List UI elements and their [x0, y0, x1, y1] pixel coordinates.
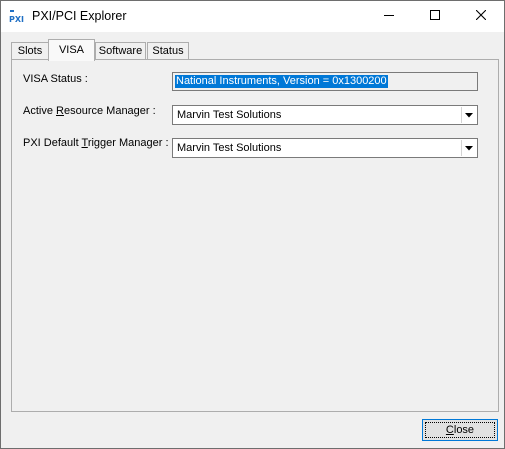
close-button[interactable]: Close [422, 419, 498, 441]
pxi-app-icon: PXI [9, 9, 25, 24]
visa-status-label: VISA Status : [23, 73, 88, 85]
tab-slots[interactable]: Slots [11, 42, 49, 59]
resource-manager-label: Active Resource Manager : [23, 105, 156, 117]
resource-manager-dropdown-button[interactable] [461, 107, 476, 123]
trigger-manager-combobox[interactable]: Marvin Test Solutions [172, 138, 478, 158]
tab-label: Software [98, 45, 143, 57]
minimize-icon [384, 10, 394, 23]
title-bar[interactable]: PXI PXI/PCI Explorer [1, 1, 504, 32]
visa-status-value: National Instruments, Version = 0x130020… [175, 75, 388, 88]
resource-manager-value: Marvin Test Solutions [177, 109, 282, 121]
resource-manager-combobox[interactable]: Marvin Test Solutions [172, 105, 478, 125]
window-title: PXI/PCI Explorer [32, 9, 127, 23]
tab-label: Slots [17, 45, 43, 57]
trigger-manager-dropdown-button[interactable] [461, 140, 476, 156]
app-icon-text: PXI [9, 15, 24, 23]
tab-software[interactable]: Software [95, 42, 146, 59]
close-icon [475, 9, 487, 23]
app-window: PXI PXI/PCI Explorer Slots VISA Software… [0, 0, 505, 449]
maximize-icon [430, 10, 440, 23]
trigger-manager-label: PXI Default Trigger Manager : [23, 137, 169, 149]
tab-status[interactable]: Status [147, 42, 189, 59]
minimize-button[interactable] [366, 1, 412, 32]
tab-label: Status [152, 45, 184, 57]
tab-visa[interactable]: VISA [48, 39, 95, 61]
visa-status-field[interactable]: National Instruments, Version = 0x130020… [172, 72, 478, 91]
close-button-label: Close [445, 424, 475, 436]
tab-label: VISA [58, 44, 85, 56]
chevron-down-icon [465, 142, 473, 154]
maximize-button[interactable] [412, 1, 458, 32]
close-window-button[interactable] [458, 1, 504, 32]
chevron-down-icon [465, 109, 473, 121]
trigger-manager-value: Marvin Test Solutions [177, 142, 282, 154]
